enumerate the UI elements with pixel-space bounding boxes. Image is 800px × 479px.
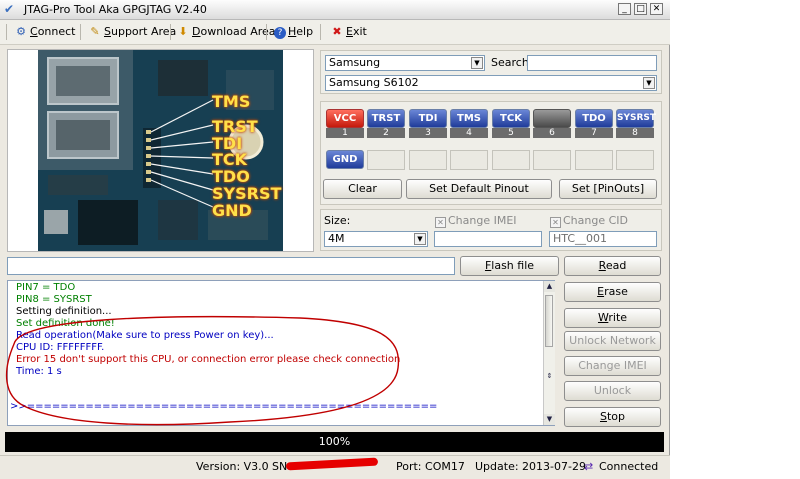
error-annotation-circle [5,315,400,426]
